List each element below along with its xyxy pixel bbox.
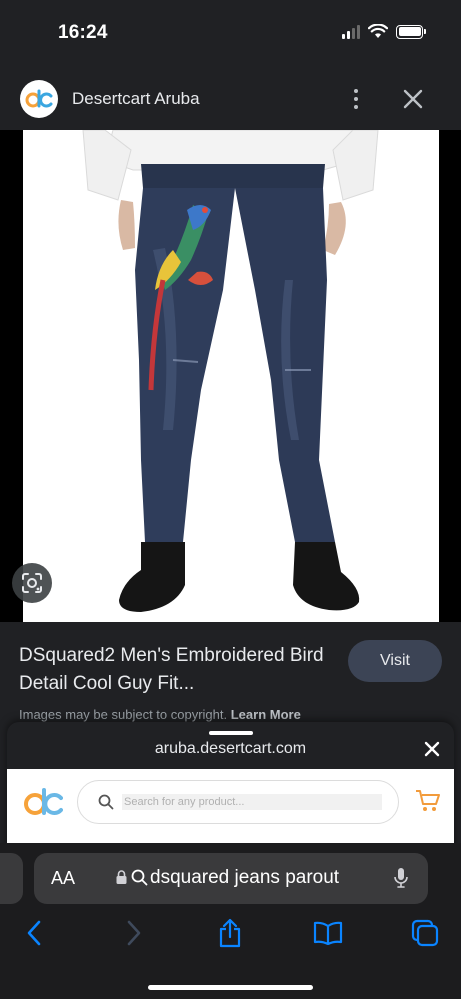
desertcart-logo-icon [25, 89, 53, 108]
chevron-left-icon [27, 920, 41, 946]
reader-options-button[interactable]: AA [51, 868, 75, 889]
address-bar[interactable]: AA dsquared jeans parout [34, 853, 428, 904]
web-preview-sheet[interactable]: aruba.desertcart.com Search for any prod… [7, 722, 454, 852]
back-button[interactable] [19, 918, 49, 948]
status-time: 16:24 [58, 22, 108, 43]
site-favicon [20, 80, 58, 118]
lock-icon [116, 870, 127, 884]
search-icon [131, 869, 148, 886]
search-icon [98, 794, 114, 810]
forward-button[interactable] [119, 918, 149, 948]
close-icon[interactable] [400, 86, 426, 112]
visit-button[interactable]: Visit [348, 640, 442, 682]
chevron-right-icon [127, 920, 141, 946]
status-bar: 16:24 [0, 0, 461, 68]
jeans-illustration [82, 130, 379, 612]
product-image-area [0, 130, 461, 622]
home-indicator [148, 985, 313, 990]
tabs-icon [411, 919, 439, 947]
more-options-button[interactable] [345, 86, 367, 112]
google-lens-icon [22, 573, 42, 593]
preview-search-input[interactable]: Search for any product... [77, 780, 399, 824]
product-image[interactable] [23, 130, 439, 622]
wifi-icon [368, 24, 388, 38]
cellular-signal-icon [342, 24, 360, 39]
sheet-drag-handle[interactable] [209, 731, 253, 735]
copyright-text: Images may be subject to copyright. [19, 707, 228, 722]
status-icons [342, 24, 426, 39]
book-icon [313, 921, 343, 945]
microphone-icon[interactable] [393, 867, 409, 889]
desertcart-logo-icon [24, 788, 63, 815]
lens-search-button[interactable] [12, 563, 52, 603]
product-title[interactable]: DSquared2 Men's Embroidered Bird Detail … [19, 642, 339, 698]
copyright-notice: Images may be subject to copyright. Lear… [19, 707, 301, 722]
lens-header: Desertcart Aruba [0, 68, 461, 130]
site-title: Desertcart Aruba [72, 89, 200, 108]
cart-icon[interactable] [415, 789, 441, 813]
bookmarks-button[interactable] [313, 918, 343, 948]
close-icon[interactable] [421, 738, 443, 760]
preview-domain: aruba.desertcart.com [154, 740, 307, 757]
url-text[interactable]: dsquared jeans parout [150, 867, 339, 889]
share-icon [219, 918, 241, 948]
tabs-button[interactable] [410, 918, 440, 948]
preview-search-placeholder: Search for any product... [122, 794, 382, 810]
site-preview: Search for any product... [7, 769, 454, 852]
previous-tab-edge[interactable] [0, 853, 23, 904]
battery-icon [396, 24, 426, 39]
learn-more-link[interactable]: Learn More [231, 707, 301, 722]
share-button[interactable] [215, 918, 245, 948]
